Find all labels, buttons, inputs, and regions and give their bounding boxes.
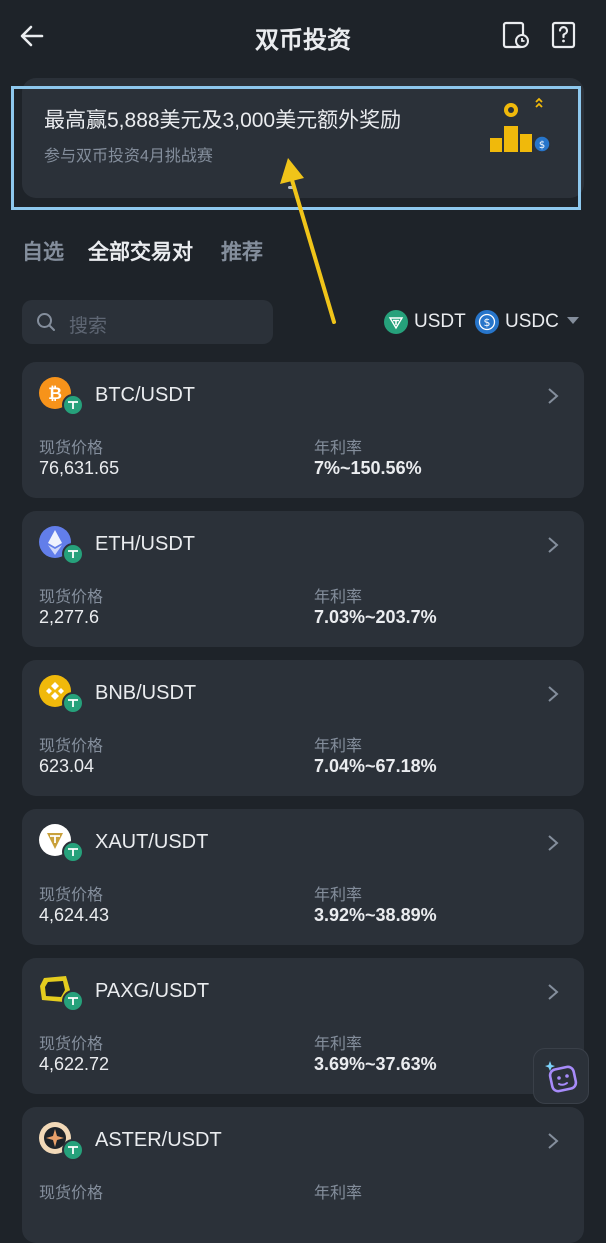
pair-name: ASTER/USDT [95, 1129, 222, 1151]
usdt-icon [384, 310, 408, 334]
apr-label: 年利率 [314, 589, 363, 606]
apr-value: 7%~150.56% [314, 458, 422, 478]
spot-price-label: 现货价格 [39, 589, 104, 606]
apr-value: 7.03%~203.7% [314, 607, 437, 627]
chevron-right-icon [548, 388, 559, 404]
paxg-coin-icon [40, 976, 84, 1012]
spot-price-label: 现货价格 [39, 887, 104, 904]
apr-label: 年利率 [314, 440, 363, 457]
chevron-right-icon [548, 1133, 559, 1149]
chevron-down-icon[interactable] [567, 317, 579, 325]
pair-card-btc[interactable]: ₿ BTC/USDT 现货价格 76,631.65 年利率 7%~150.56% [22, 362, 584, 498]
spot-price-label: 现货价格 [39, 1036, 104, 1053]
help-guide-icon[interactable] [549, 20, 579, 50]
spot-price-label: 现货价格 [39, 1185, 104, 1202]
eth-coin-icon [39, 526, 84, 565]
search-input[interactable]: 搜索 [22, 300, 273, 344]
pair-card-paxg[interactable]: PAXG/USDT 现货价格 4,622.72 年利率 3.69%~37.63% [22, 958, 584, 1094]
chevron-right-icon [548, 835, 559, 851]
top-bar: 双币投资 [0, 0, 606, 72]
filter-usdc-label: USDC [505, 311, 559, 332]
spot-price-label: 现货价格 [39, 440, 104, 457]
apr-value: 3.69%~37.63% [314, 1054, 437, 1074]
chevron-right-icon [548, 686, 559, 702]
pair-name: BNB/USDT [95, 682, 197, 704]
svg-text:₿: ₿ [48, 384, 62, 404]
pair-card-aster[interactable]: ASTER/USDT 现货价格 年利率 [22, 1107, 584, 1243]
pair-name: BTC/USDT [95, 384, 195, 406]
apr-label: 年利率 [314, 1036, 363, 1053]
order-history-icon[interactable] [500, 20, 530, 50]
spot-price-label: 现货价格 [39, 738, 104, 755]
apr-label: 年利率 [314, 738, 363, 755]
spot-price-value: 2,277.6 [39, 607, 100, 627]
pair-card-xaut[interactable]: XAUT/USDT 现货价格 4,624.43 年利率 3.92%~38.89% [22, 809, 584, 945]
xaut-coin-icon [39, 824, 84, 863]
spot-price-value: 4,622.72 [39, 1054, 110, 1074]
apr-value: 3.92%~38.89% [314, 905, 437, 925]
pair-card-bnb[interactable]: BNB/USDT 现货价格 623.04 年利率 7.04%~67.18% [22, 660, 584, 796]
tab-recommended[interactable]: 推荐 [221, 236, 263, 266]
svg-text:$: $ [484, 316, 491, 329]
pair-card-eth[interactable]: ETH/USDT 现货价格 2,277.6 年利率 7.03%~203.7% [22, 511, 584, 647]
assistant-bot-icon [545, 1061, 578, 1093]
tab-watchlist[interactable]: 自选 [22, 236, 64, 266]
tab-all-pairs[interactable]: 全部交易对 [88, 236, 193, 266]
apr-label: 年利率 [314, 887, 363, 904]
spot-price-value: 623.04 [39, 756, 95, 776]
search-icon [37, 313, 55, 331]
pair-name: XAUT/USDT [95, 831, 209, 853]
pair-name: ETH/USDT [95, 533, 195, 555]
btc-coin-icon: ₿ [39, 377, 84, 416]
chevron-right-icon [548, 984, 559, 1000]
ai-assistant-button[interactable] [533, 1048, 589, 1104]
highlight-outline [11, 86, 581, 210]
spot-price-value: 76,631.65 [39, 458, 120, 478]
spot-price-value: 4,624.43 [39, 905, 110, 925]
aster-coin-icon [39, 1122, 84, 1161]
usdc-icon: $ [475, 310, 499, 334]
filter-usdt-label: USDT [414, 311, 466, 332]
apr-value: 7.04%~67.18% [314, 756, 437, 776]
search-placeholder: 搜索 [69, 316, 108, 337]
chevron-right-icon [548, 537, 559, 553]
bnb-coin-icon [39, 675, 84, 714]
pair-name: PAXG/USDT [95, 980, 210, 1002]
apr-label: 年利率 [314, 1185, 363, 1202]
